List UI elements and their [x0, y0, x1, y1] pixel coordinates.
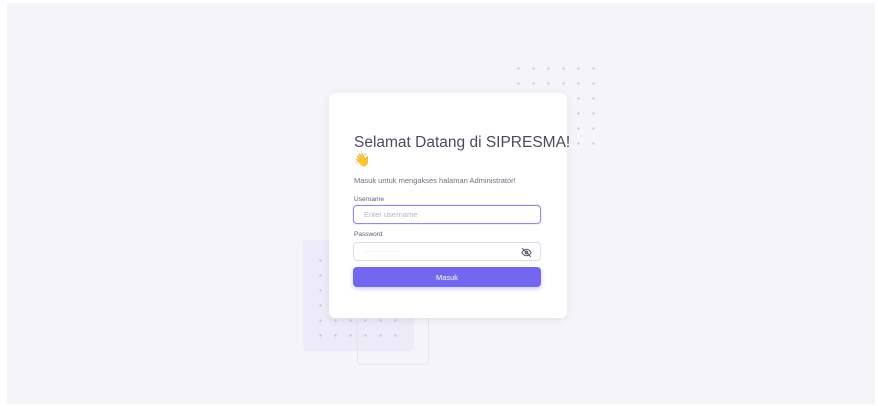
login-title: Selamat Datang di SIPRESMA!	[354, 134, 571, 151]
login-card: Selamat Datang di SIPRESMA! 👋 Masuk untu…	[329, 93, 571, 318]
username-label: Username	[354, 196, 384, 203]
username-input[interactable]: Enter username	[353, 205, 541, 224]
waving-hand-icon: 👋	[354, 152, 371, 167]
password-label: Password	[354, 231, 383, 238]
username-placeholder: Enter username	[364, 210, 418, 219]
login-subtitle: Masuk untuk mengakses halaman Administra…	[354, 176, 516, 185]
password-input[interactable]: ············	[353, 242, 541, 261]
login-page: Selamat Datang di SIPRESMA! 👋 Masuk untu…	[7, 3, 875, 404]
login-button[interactable]: Masuk	[353, 267, 541, 287]
eye-off-icon[interactable]	[521, 247, 532, 258]
password-placeholder: ············	[364, 248, 400, 255]
